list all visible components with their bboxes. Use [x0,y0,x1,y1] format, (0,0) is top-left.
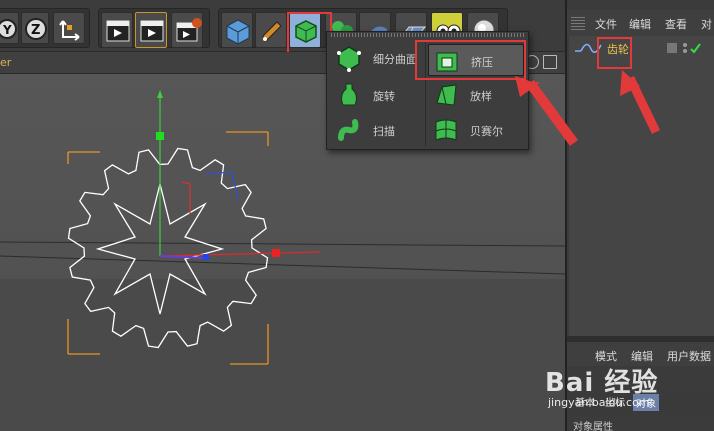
gear-outline [67,147,269,349]
menu-item-loft[interactable]: 放样 [428,79,524,111]
clapperboard-play-icon [140,20,164,42]
object-row-gear[interactable]: 齿轮 [569,38,714,58]
object-name-highlight [597,37,632,69]
render-group [98,8,210,48]
viewport-label: er [0,56,12,69]
render-view-button[interactable] [101,12,133,48]
viewport-maximize-icon[interactable] [543,55,557,69]
coordinate-system-button[interactable] [53,12,85,44]
viewport-icons [525,55,557,69]
y-axis-lock-button[interactable]: Y [0,12,19,44]
baidu-watermark-url: jingyan.baidu.com [548,396,650,409]
tag-icon [667,43,677,53]
object-list[interactable]: 齿轮 [569,36,714,336]
gear-spline[interactable] [67,147,269,349]
menu-view[interactable]: 查看 [665,16,687,32]
svg-text:Y: Y [2,23,12,37]
menu-item-subdivision-surface[interactable]: 细分曲面 [331,42,427,74]
render-settings-button[interactable] [171,12,203,48]
y-axis-grip[interactable] [156,132,164,140]
ground-line [0,255,565,275]
bounding-box-corners [67,131,269,365]
subdivision-surface-icon [337,46,361,72]
menu-objects[interactable]: 对 [701,16,712,32]
menu-grip[interactable] [331,33,525,37]
menu-user-data[interactable]: 用户数据 [667,348,711,364]
y-axis-icon: Y [0,19,17,39]
loft-icon [436,84,457,106]
object-center [203,254,209,260]
lathe-icon [341,83,357,106]
clapperboard-icon [106,20,130,42]
menu-item-label: 扫描 [373,125,395,138]
axis-lock-group: Y Z [0,8,90,48]
svg-text:Z: Z [31,23,40,38]
rotation-handle-red[interactable] [181,181,191,214]
menu-item-sweep[interactable]: 扫描 [331,114,427,146]
menu-item-lathe[interactable]: 旋转 [331,79,427,111]
menu-edit[interactable]: 编辑 [629,16,651,32]
z-axis-icon: Z [25,18,47,40]
y-axis-arrow [157,90,163,98]
menu-item-label: 旋转 [373,90,395,103]
menu-item-bezier[interactable]: 贝赛尔 [428,114,524,146]
cube-icon [226,19,250,45]
menu-item-label: 细分曲面 [373,53,417,66]
clapperboard-gear-icon [176,18,202,42]
horizon-line [0,241,565,247]
attribute-section-title: 对象属性 [573,422,613,431]
object-manager-menubar: 文件 编辑 查看 对 [567,10,714,36]
z-axis-handle[interactable] [159,255,207,259]
menu-file[interactable]: 文件 [595,16,617,32]
x-axis-grip[interactable] [272,249,280,257]
x-axis-handle[interactable] [159,251,321,257]
world-axis-icon [59,20,80,41]
bezier-icon [435,119,457,141]
sweep-icon [338,119,359,141]
pen-spline-button[interactable] [255,12,287,48]
object-tags [667,43,701,54]
menu-item-label: 放样 [470,90,492,103]
panel-grip-icon[interactable] [571,16,585,30]
enabled-check-icon[interactable] [690,43,701,54]
pen-icon [262,21,282,42]
z-axis-lock-button[interactable]: Z [21,12,49,44]
extrude-highlight [415,40,526,80]
baidu-watermark: Bai 经验 [545,368,659,398]
cube-object-button[interactable] [221,12,253,48]
render-picture-viewer-button[interactable] [135,12,167,48]
menu-item-label: 贝赛尔 [470,125,503,138]
